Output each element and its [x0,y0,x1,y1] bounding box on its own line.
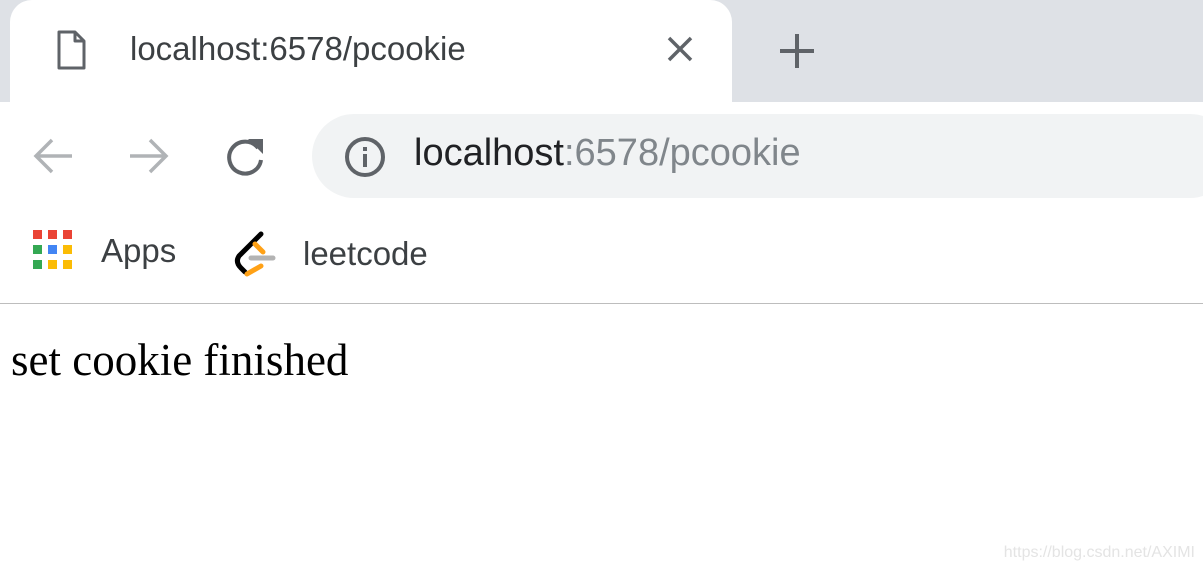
close-tab-icon[interactable] [665,34,695,64]
bookmark-label: Apps [101,232,177,269]
reload-icon[interactable] [224,136,268,178]
address-bar[interactable]: localhost:6578/pcookie [312,114,1203,198]
url-path: :6578/pcookie [563,132,801,174]
tab-title: localhost:6578/pcookie [130,30,466,67]
watermark: https://blog.csdn.net/AXIMI [1003,544,1195,561]
bookmark-apps[interactable]: Apps [33,230,176,272]
url-host: localhost [414,132,564,174]
document-icon [57,30,86,70]
tab-strip: localhost:6578/pcookie [0,0,1203,102]
page-body-text: set cookie finished [11,335,349,385]
forward-icon[interactable] [128,136,170,176]
url-text[interactable]: localhost:6578/pcookie [414,132,801,175]
back-icon[interactable] [32,136,74,176]
toolbar: localhost:6578/pcookie [0,102,1203,210]
leetcode-icon [234,231,276,277]
bookmark-label: leetcode [303,235,428,272]
apps-grid-icon [33,230,72,269]
bookmarks-bar: Apps leetcode [0,210,1203,304]
bookmark-leetcode[interactable]: leetcode [233,230,428,278]
new-tab-icon[interactable] [778,32,816,70]
info-icon[interactable] [344,136,386,178]
tab-active[interactable]: localhost:6578/pcookie [10,0,732,102]
